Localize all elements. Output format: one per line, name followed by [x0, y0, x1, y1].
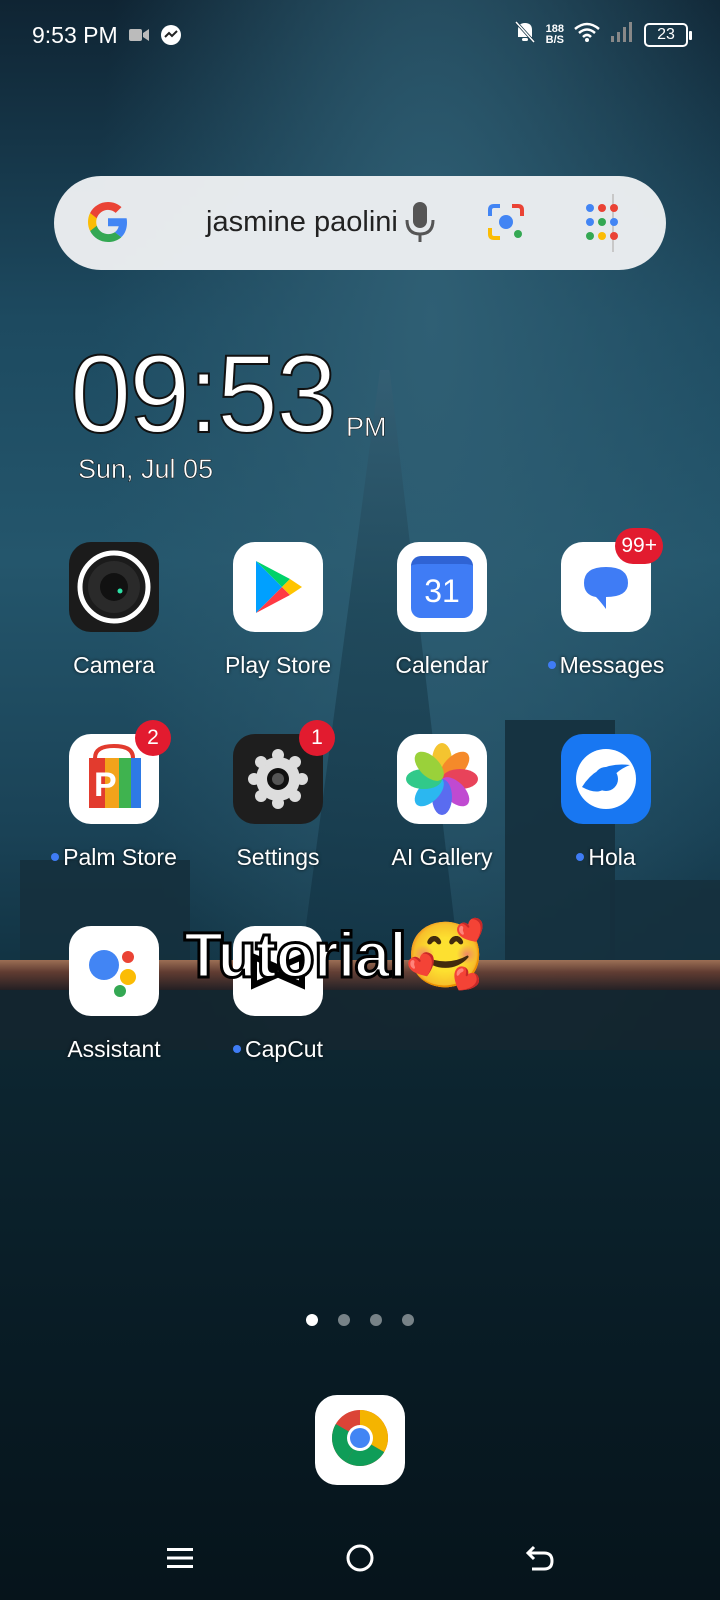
app-label: Calendar — [395, 652, 489, 678]
app-label: AI Gallery — [391, 844, 493, 870]
app-label-text: Hola — [588, 844, 636, 870]
svg-text:P: P — [94, 766, 117, 804]
page-dot[interactable] — [338, 1314, 350, 1326]
battery-level: 23 — [657, 25, 675, 43]
mic-icon[interactable] — [400, 198, 440, 251]
calendar-icon: 31 — [397, 542, 487, 632]
notification-badge: 99+ — [615, 528, 663, 564]
wallpaper-building — [610, 880, 720, 960]
status-right-icons: 188 B/S 23 — [514, 20, 692, 49]
mute-bell-icon — [514, 20, 536, 49]
clock-time: 09:53 — [69, 333, 338, 456]
app-assistant[interactable]: Assistant — [32, 926, 196, 1063]
app-camera[interactable]: Camera — [32, 542, 196, 679]
page-indicator — [306, 1314, 414, 1326]
menu-button[interactable] — [156, 1534, 204, 1582]
clock-date: Sun, Jul 05 — [78, 454, 214, 485]
app-label: Play Store — [224, 652, 332, 678]
app-palm-store[interactable]: P 2 Palm Store — [32, 720, 196, 871]
page-dot[interactable] — [306, 1314, 318, 1326]
status-left-icons — [128, 24, 182, 51]
app-calendar[interactable]: 31 Calendar — [360, 542, 524, 679]
google-search-bar[interactable]: jasmine paolini — [54, 176, 666, 270]
app-label-text: Palm Store — [63, 844, 177, 870]
app-label-text: CapCut — [245, 1036, 323, 1062]
app-label: Messages — [524, 652, 688, 679]
app-chrome[interactable] — [315, 1395, 405, 1485]
palm-store-icon: P 2 — [69, 720, 171, 824]
new-app-dot — [51, 852, 60, 861]
new-app-dot — [547, 660, 556, 669]
signal-icon — [610, 21, 634, 48]
status-time: 9:53 PM — [32, 22, 118, 48]
notification-badge: 1 — [299, 720, 335, 756]
messages-icon: 99+ — [561, 528, 663, 632]
lens-icon[interactable] — [484, 200, 528, 249]
messenger-icon — [160, 24, 182, 51]
status-bar: 9:53 PM 188 B/S 23 — [0, 0, 720, 72]
home-button[interactable] — [336, 1534, 384, 1582]
app-hola[interactable]: Hola — [524, 734, 688, 871]
new-app-dot — [233, 1044, 241, 1053]
search-query: jasmine paolini — [206, 206, 398, 238]
app-label: Settings — [236, 844, 320, 870]
video-icon — [128, 27, 150, 48]
network-speed-unit: B/S — [545, 33, 564, 46]
app-play-store[interactable]: Play Store — [196, 542, 360, 679]
apps-icon[interactable] — [578, 198, 626, 251]
camera-icon — [69, 542, 159, 632]
new-app-dot — [576, 852, 585, 861]
navigation-bar — [0, 1520, 720, 1600]
page-dot[interactable] — [370, 1314, 382, 1326]
ai-gallery-icon — [397, 734, 487, 824]
app-label: Assistant — [67, 1036, 161, 1062]
chrome-icon — [330, 1408, 390, 1473]
notification-badge: 2 — [135, 720, 171, 756]
calendar-date: 31 — [411, 556, 473, 618]
network-speed: 188 B/S — [545, 23, 564, 46]
app-settings[interactable]: 1 Settings — [196, 720, 360, 871]
app-label: Camera — [73, 652, 155, 678]
app-messages[interactable]: 99+ Messages — [524, 528, 688, 679]
page-dot[interactable] — [402, 1314, 414, 1326]
battery-icon: 23 — [644, 22, 692, 47]
app-label-text: Messages — [559, 652, 665, 678]
assistant-icon — [69, 926, 159, 1016]
video-caption-overlay: Tutorial🥰 — [183, 918, 488, 993]
clock-ampm: PM — [346, 412, 387, 443]
play-store-icon — [233, 542, 323, 632]
app-label: Palm Store — [32, 844, 196, 871]
app-ai-gallery[interactable]: AI Gallery — [360, 734, 524, 871]
google-logo — [84, 198, 132, 251]
app-label: Hola — [524, 844, 688, 871]
back-button[interactable] — [516, 1534, 564, 1582]
hola-icon — [561, 734, 651, 824]
app-label: CapCut — [196, 1036, 360, 1063]
settings-icon: 1 — [233, 720, 335, 824]
wifi-icon — [574, 22, 600, 47]
